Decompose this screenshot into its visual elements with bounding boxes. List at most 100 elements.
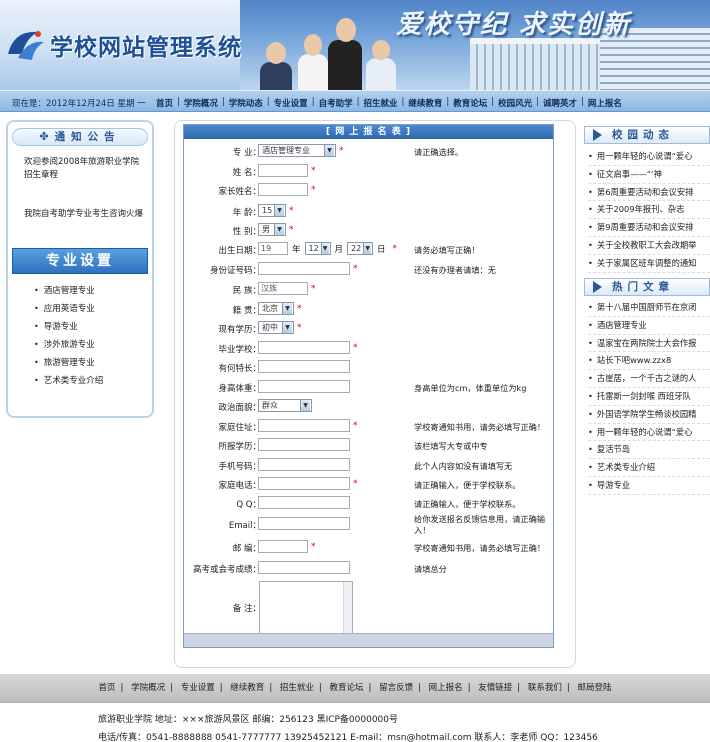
current-date: 现在是：2012年12月24日 星期 一 [12, 99, 146, 109]
nav-item-news[interactable]: 学院动态 [229, 97, 263, 109]
home-phone-input[interactable] [258, 477, 350, 490]
major-item[interactable]: 涉外旅游专业 [34, 336, 103, 354]
major-select[interactable]: 酒店管理专业 ▼ [258, 144, 336, 157]
height-weight-input[interactable] [258, 380, 350, 393]
chevron-down-icon: ▼ [274, 224, 284, 235]
footer-link[interactable]: 学院概况 [131, 683, 165, 693]
hot-item[interactable]: 导游专业 [588, 477, 710, 495]
major-item[interactable]: 酒店管理专业 [34, 282, 103, 300]
banner-students-photo [250, 4, 410, 90]
native-place-select[interactable]: 北京 ▼ [258, 302, 294, 315]
talent-input[interactable] [258, 360, 350, 373]
chevron-down-icon: ▼ [324, 145, 334, 156]
footer-link[interactable]: 网上报名 [429, 683, 463, 693]
school-logo-icon [8, 31, 44, 60]
birth-year-input[interactable]: 19 [258, 242, 288, 255]
apply-level-input[interactable] [258, 438, 350, 451]
hot-item[interactable]: 外国语学院学生畅谈校园精 [588, 406, 710, 424]
hot-item[interactable]: 复活节岛 [588, 441, 710, 460]
nav-item-forum[interactable]: 教育论坛 [453, 97, 487, 109]
hot-item[interactable]: 艺术类专业介绍 [588, 459, 710, 477]
news-item[interactable]: 关于2009年报刊、杂志 [588, 201, 710, 220]
remark-textarea[interactable] [259, 581, 353, 635]
label-email: Email： [228, 521, 261, 531]
birth-month-select[interactable]: 12 ▼ [304, 242, 331, 255]
nav-item-about[interactable]: 学院概况 [184, 97, 218, 109]
hot-item[interactable]: 托雷斯一剑封喉 西班牙队 [588, 388, 710, 406]
major-header: 专业设置 [12, 248, 148, 274]
major-item[interactable]: 旅游管理专业 [34, 354, 103, 372]
news-item[interactable]: 用一颗年轻的心说谓“爱心 [588, 148, 710, 166]
qq-input[interactable] [258, 496, 350, 509]
mobile-input[interactable] [258, 458, 350, 471]
major-item[interactable]: 艺术类专业介绍 [34, 372, 104, 390]
news-item[interactable]: 关于家属区班车调整的通知 [588, 255, 710, 273]
hot-item[interactable]: 温家宝在两院院士大会作报 [588, 335, 710, 353]
form-title: [ 网 上 报 名 表 ] [184, 125, 553, 139]
zip-input[interactable] [258, 540, 308, 553]
nav-item-jobs[interactable]: 诚聘英才 [543, 97, 577, 109]
remark-wrap [259, 581, 353, 635]
scrollbar[interactable] [343, 582, 352, 634]
birth-day-select[interactable]: 22 ▼ [347, 242, 374, 255]
notice-item[interactable]: 我院自考助学专业考生咨询火爆 [24, 208, 144, 221]
label-zip: 邮 编： [232, 544, 261, 554]
footer-link[interactable]: 招生就业 [280, 683, 314, 693]
row-ethnic: 民 族： 汉族 * [232, 282, 316, 296]
nav-item-campus[interactable]: 校园风光 [498, 97, 532, 109]
row-id: 身份证号码： * 还没有办理者请填：无 [209, 262, 496, 276]
month-unit: 月 [334, 244, 344, 255]
nav-item-continuing-edu[interactable]: 继续教育 [408, 97, 442, 109]
footer-link[interactable]: 友情链接 [478, 683, 512, 693]
hot-item[interactable]: 用一颗年轻的心说谓“爱心 [588, 424, 710, 442]
nav-item-majors[interactable]: 专业设置 [274, 97, 308, 109]
school-input[interactable] [258, 341, 350, 354]
nav-item-self-study[interactable]: 自考助学 [319, 97, 353, 109]
major-item[interactable]: 应用英语专业 [34, 300, 103, 318]
nav-links: 首页 | 学院概况 | 学院动态 | 专业设置 | 自考助学 | 招生就业 | 继续教育 | … [156, 97, 622, 109]
major-item[interactable]: 导游专业 [34, 318, 103, 336]
row-address: 家庭住址： * 学校寄通知书用，请务必填写正确！ [218, 419, 546, 433]
email-input[interactable] [258, 517, 350, 530]
hot-item[interactable]: 酒店管理专业 [588, 317, 710, 335]
news-item[interactable]: 第9周重要活动和会议安排 [588, 219, 710, 237]
name-input[interactable] [258, 164, 308, 177]
footer-link[interactable]: 邮局登陆 [577, 683, 611, 693]
ethnic-input[interactable]: 汉族 [258, 282, 308, 295]
row-mobile: 手机号码： 此个人内容如没有请填写无 [184, 457, 553, 475]
age-select[interactable]: 15 ▼ [258, 204, 286, 217]
hot-item[interactable]: 站长下吧www.zzx8 [588, 352, 710, 371]
nav-item-home[interactable]: 首页 [156, 97, 173, 109]
nav-item-admission[interactable]: 招生就业 [363, 97, 397, 109]
footer-link[interactable]: 继续教育 [230, 683, 264, 693]
news-item[interactable]: 关于全校教职工大会改期举 [588, 237, 710, 255]
footer-link[interactable]: 联系我们 [528, 683, 562, 693]
row-phone: 家庭电话： * 请正确输入，便于学校联系。 [218, 477, 521, 491]
gender-select[interactable]: 男 ▼ [258, 223, 286, 236]
footer-link[interactable]: 首页 [99, 683, 116, 693]
hot-item[interactable]: 第十八届中国厨师节在京闭 [588, 299, 710, 317]
id-number-input[interactable] [258, 262, 350, 275]
notice-title: 通知公告 [54, 131, 121, 143]
score-input[interactable] [258, 561, 350, 574]
hot-title: 热门文章 [612, 281, 674, 293]
main-nav: 现在是：2012年12月24日 星期 一 首页 | 学院概况 | 学院动态 | 专业设… [0, 90, 710, 112]
politics-select[interactable]: 群众 ▼ [258, 399, 312, 412]
label-native: 籍 贯： [232, 306, 261, 316]
hint-zip: 学校寄通知书用，请务必填写正确！ [414, 543, 546, 553]
footer-link[interactable]: 专业设置 [181, 683, 215, 693]
notice-header: ✤ 通知公告 [12, 128, 148, 146]
parent-name-input[interactable] [258, 183, 308, 196]
major-list: 酒店管理专业 应用英语专业 导游专业 涉外旅游专业 旅游管理专业 艺术类专业介绍 [34, 282, 104, 390]
news-item[interactable]: 征文启事——“‘神 [588, 166, 710, 184]
hot-item[interactable]: 古崖居，一个千古之谜的人 [588, 370, 710, 388]
news-item[interactable]: 第6周重要活动和会议安排 [588, 184, 710, 202]
footer-link[interactable]: 教育论坛 [329, 683, 363, 693]
header-banner: 学校网站管理系统 爱校守纪 求实创新 [0, 0, 710, 90]
notice-item[interactable]: 欢迎参阅2008年旅游职业学院招生章程 [24, 156, 144, 182]
education-select[interactable]: 初中 ▼ [258, 321, 294, 334]
address-input[interactable] [258, 419, 350, 432]
row-politics: 政治面貌： 群众 ▼ [184, 398, 553, 416]
nav-item-online-apply[interactable]: 网上报名 [588, 97, 622, 109]
footer-link[interactable]: 留言反馈 [379, 683, 413, 693]
